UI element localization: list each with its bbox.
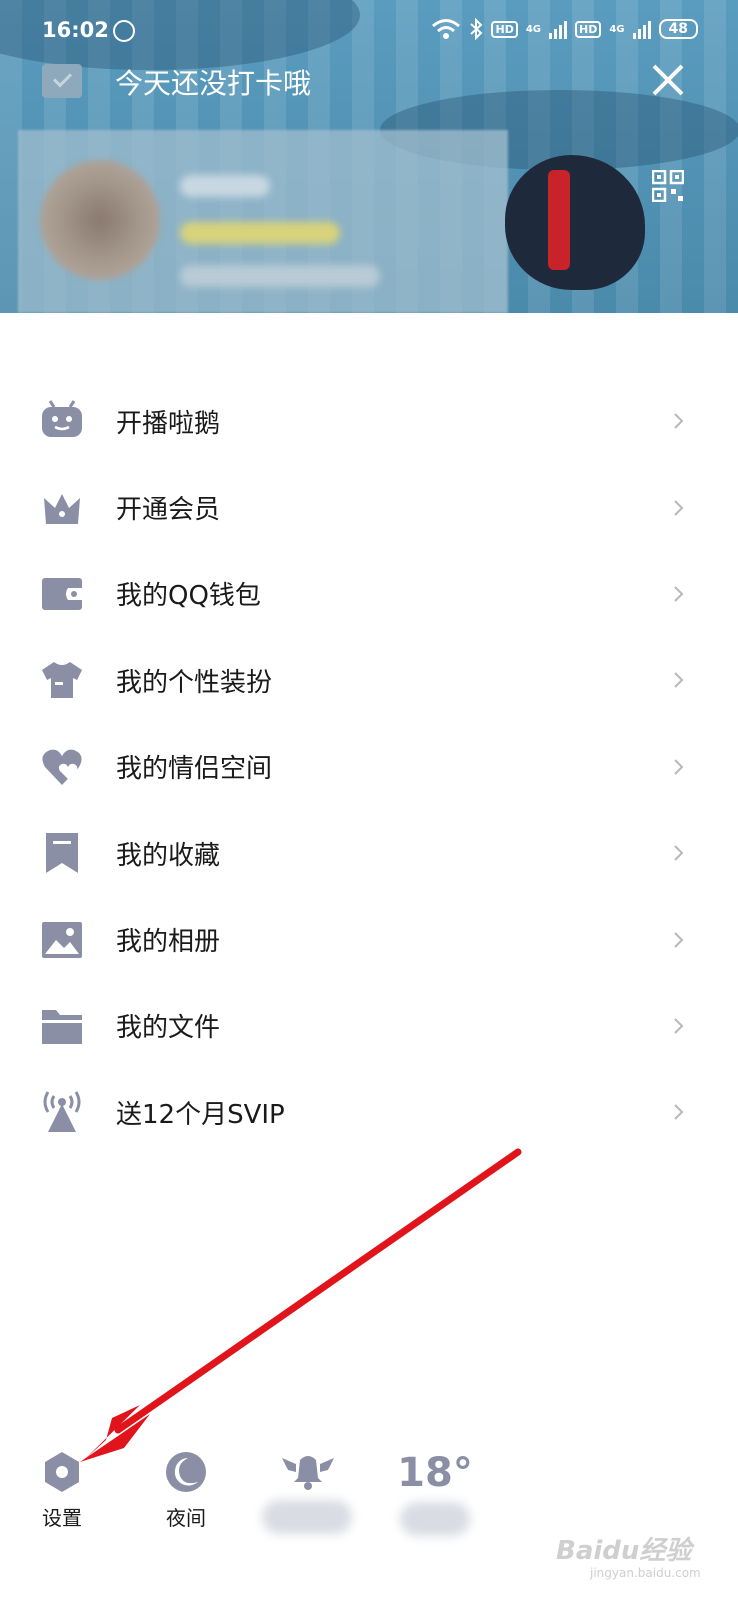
checkin-reminder[interactable]: 今天还没打卡哦 <box>115 62 311 102</box>
watermark: Baidu经验 <box>556 1536 692 1566</box>
menu-item-theme[interactable]: 我的个性装扮 <box>0 637 738 723</box>
alarm-icon <box>113 20 135 42</box>
profile-header: 16:02 HD 4G HD 4G 48 今天还没打卡哦 <box>0 0 738 313</box>
network-type: 4G <box>525 23 541 35</box>
bookmark-icon <box>40 831 84 875</box>
blurred-nickname <box>180 175 270 197</box>
menu-item-label: 我的文件 <box>116 1013 221 1044</box>
chevron-right-icon <box>674 1104 684 1121</box>
crown-icon <box>40 486 84 530</box>
bell-wings-icon <box>282 1456 334 1490</box>
night-label: 夜间 <box>166 1506 206 1530</box>
bluetooth-icon <box>470 18 483 40</box>
menu-item-label: 我的情侣空间 <box>116 754 273 785</box>
signal-bars-icon <box>632 19 651 39</box>
penguin-scarf <box>548 170 570 270</box>
moon-icon <box>166 1452 206 1492</box>
menu-item-files[interactable]: 我的文件 <box>0 983 738 1069</box>
menu-item-label: 我的收藏 <box>116 840 221 871</box>
notification-button[interactable] <box>262 1450 354 1534</box>
avatar[interactable] <box>40 160 160 280</box>
menu-item-couple-space[interactable]: 我的情侣空间 <box>0 724 738 810</box>
blurred-label <box>262 1500 352 1534</box>
menu-item-wallet[interactable]: 我的QQ钱包 <box>0 551 738 637</box>
status-time: 16:02 <box>42 18 109 42</box>
blurred-label <box>400 1502 470 1536</box>
chevron-right-icon <box>674 1018 684 1034</box>
settings-label: 设置 <box>42 1506 82 1530</box>
calendar-check-icon[interactable] <box>42 64 82 98</box>
menu-item-album[interactable]: 我的相册 <box>0 896 738 982</box>
chevron-right-icon <box>674 413 684 429</box>
tshirt-icon <box>40 658 84 702</box>
settings-button[interactable]: 设置 <box>34 1450 90 1531</box>
chevron-right-icon <box>674 672 684 689</box>
watermark-url: jingyan.baidu.com <box>590 1566 701 1580</box>
chevron-right-icon <box>674 586 684 602</box>
network-type: 4G <box>609 23 625 35</box>
battery-indicator: 48 <box>658 19 698 39</box>
chevron-right-icon <box>674 845 684 861</box>
gear-icon <box>45 1452 79 1492</box>
heart-icon <box>40 745 84 789</box>
menu-item-label: 我的个性装扮 <box>116 667 273 698</box>
broadcast-tower-icon <box>40 1090 84 1134</box>
drawer-menu: 开播啦鹅 开通会员 我的QQ钱包 我的个性装扮 我的情侣空间 我的收藏 我的相册… <box>0 378 738 1156</box>
menu-item-label: 开播啦鹅 <box>116 408 221 439</box>
chevron-right-icon <box>674 931 684 948</box>
status-bar: 16:02 HD 4G HD 4G 48 <box>0 0 738 64</box>
chevron-right-icon <box>674 759 684 775</box>
folder-icon <box>40 1004 84 1048</box>
menu-item-live[interactable]: 开播啦鹅 <box>0 378 738 464</box>
qr-code-icon[interactable] <box>652 170 684 202</box>
night-mode-button[interactable]: 夜间 <box>158 1450 214 1531</box>
penguin-decoration <box>505 155 645 290</box>
chevron-right-icon <box>674 499 684 516</box>
menu-item-favorites[interactable]: 我的收藏 <box>0 810 738 896</box>
hd-badge: HD <box>491 20 518 38</box>
weather-button[interactable]: 18° <box>390 1450 480 1536</box>
close-icon[interactable] <box>650 62 686 98</box>
wallet-icon <box>40 572 84 616</box>
photo-icon <box>40 918 84 962</box>
blurred-signature <box>180 265 380 287</box>
temperature-value: 18° <box>397 1450 473 1496</box>
menu-item-svip-gift[interactable]: 送12个月SVIP <box>0 1069 738 1155</box>
menu-item-label: 我的相册 <box>116 927 221 958</box>
signal-bars-icon <box>549 19 567 39</box>
menu-item-label: 我的QQ钱包 <box>116 581 261 612</box>
status-icons: HD 4G HD 4G 48 <box>431 18 698 40</box>
wifi-icon <box>432 19 461 39</box>
menu-item-label: 开通会员 <box>116 495 221 526</box>
hd-badge: HD <box>575 20 602 38</box>
menu-item-vip[interactable]: 开通会员 <box>0 464 738 550</box>
tv-robot-icon <box>40 399 84 443</box>
blurred-level <box>180 222 340 244</box>
menu-item-label: 送12个月SVIP <box>116 1099 285 1130</box>
